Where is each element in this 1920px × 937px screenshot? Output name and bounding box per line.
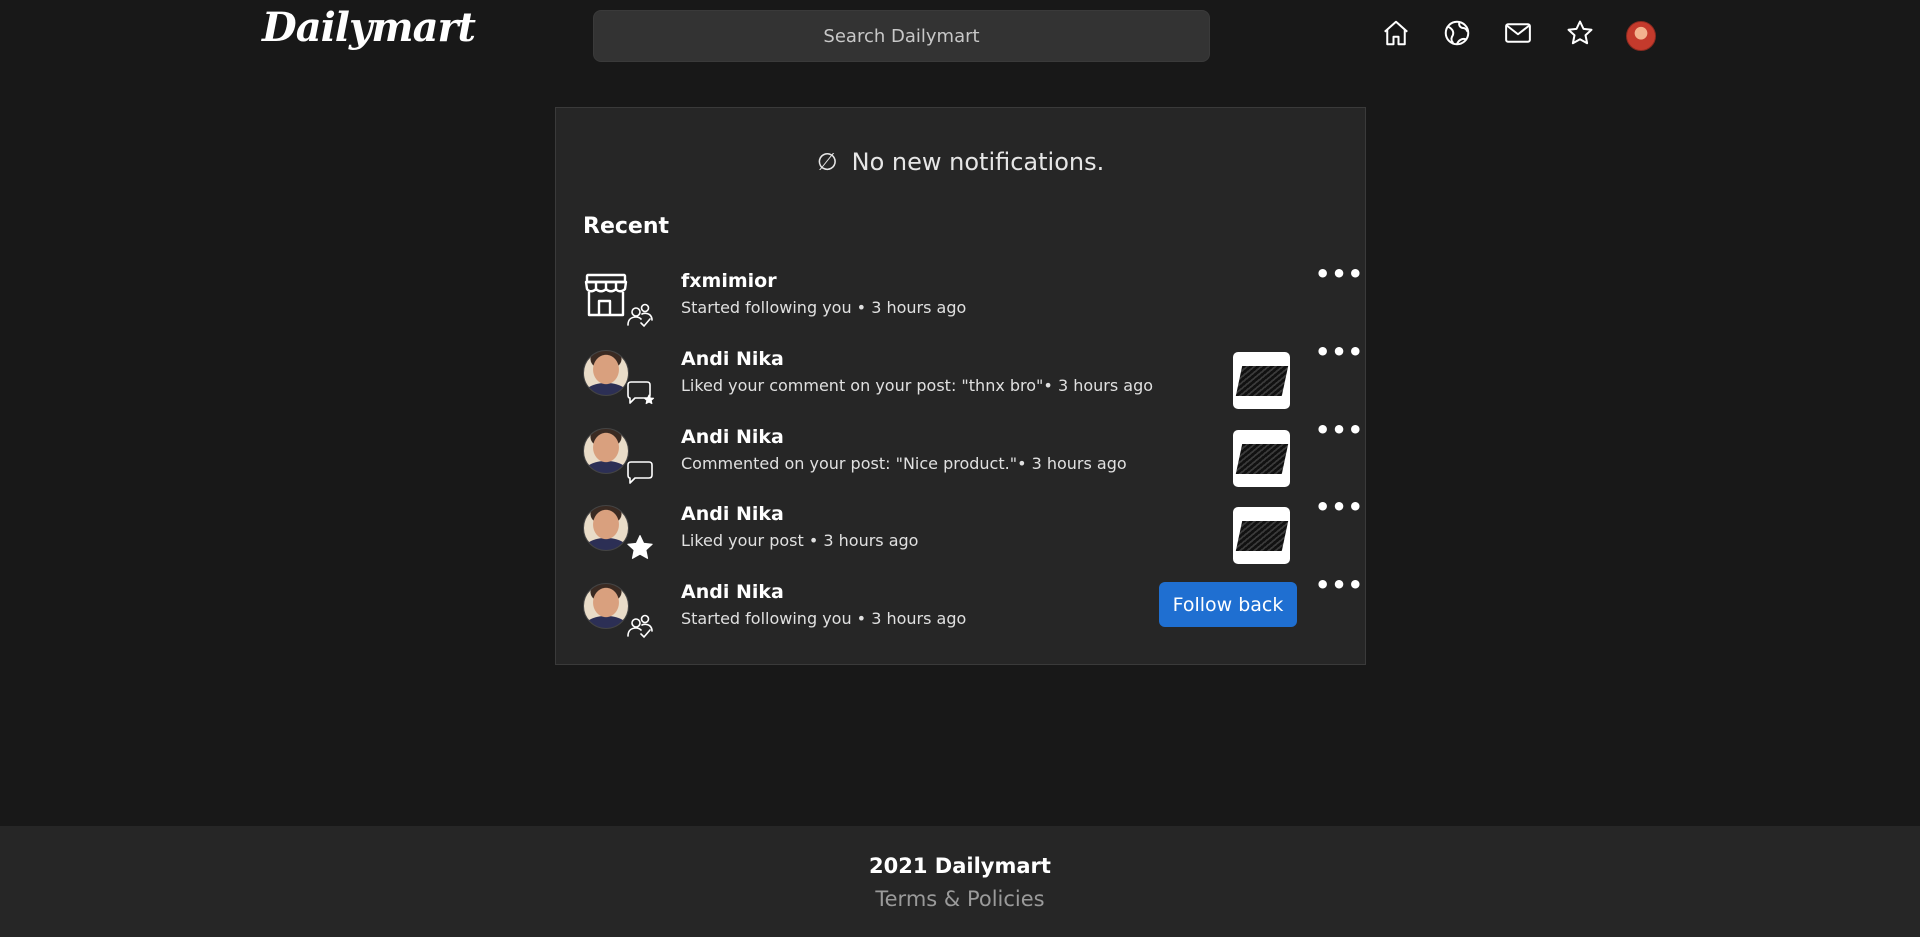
notification-text: Started following you • 3 hours ago — [681, 609, 967, 628]
list-item[interactable]: Andi Nika Liked your post • 3 hours ago … — [556, 495, 1365, 569]
product-thumbnail[interactable] — [1233, 352, 1290, 409]
globe-icon[interactable] — [1442, 18, 1472, 48]
footer-copyright: 2021 Dailymart — [869, 854, 1051, 878]
more-options-button[interactable]: ••• — [1315, 418, 1364, 442]
more-options-button[interactable]: ••• — [1315, 340, 1364, 364]
more-options-button[interactable]: ••• — [1315, 573, 1364, 597]
notification-text: Liked your comment on your post: "thnx b… — [681, 376, 1154, 395]
profile-avatar[interactable] — [1626, 21, 1656, 51]
notification-user-name[interactable]: fxmimior — [681, 270, 777, 292]
terms-link[interactable]: Terms & Policies — [0, 887, 1920, 911]
product-thumbnail[interactable] — [1233, 507, 1290, 564]
list-item[interactable]: Andi Nika Commented on your post: "Nice … — [556, 418, 1365, 492]
empty-state: ∅ No new notifications. — [556, 148, 1365, 176]
notification-user-name[interactable]: Andi Nika — [681, 348, 784, 370]
more-options-button[interactable]: ••• — [1315, 262, 1364, 286]
more-options-button[interactable]: ••• — [1315, 495, 1364, 519]
notification-user-name[interactable]: Andi Nika — [681, 581, 784, 603]
notifications-card: ∅ No new notifications. Recent fxmimior S… — [555, 107, 1366, 665]
user-avatar[interactable] — [583, 428, 629, 474]
user-avatar[interactable] — [583, 505, 629, 551]
star-icon — [625, 533, 655, 563]
top-bar: Dailymart — [0, 0, 1920, 72]
footer: 2021 Dailymart Terms & Policies — [0, 826, 1920, 937]
followers-icon — [625, 300, 655, 330]
empty-state-text: No new notifications. — [851, 148, 1105, 176]
followers-icon — [625, 611, 655, 641]
notification-text: Commented on your post: "Nice product."•… — [681, 454, 1127, 473]
user-avatar[interactable] — [583, 583, 629, 629]
notification-text: Started following you • 3 hours ago — [681, 298, 967, 317]
mail-icon[interactable] — [1503, 18, 1533, 48]
comment-star-icon — [625, 378, 655, 408]
user-avatar[interactable] — [583, 350, 629, 396]
star-icon[interactable] — [1565, 18, 1595, 48]
list-item[interactable]: fxmimior Started following you • 3 hours… — [556, 262, 1365, 336]
follow-back-button[interactable]: Follow back — [1159, 582, 1297, 627]
search-input[interactable] — [593, 10, 1210, 62]
list-item[interactable]: Andi Nika Started following you • 3 hour… — [556, 573, 1365, 647]
empty-set-icon: ∅ — [816, 148, 838, 176]
section-title: Recent — [583, 214, 670, 239]
logo[interactable]: Dailymart — [262, 4, 476, 51]
store-icon — [583, 272, 629, 318]
product-thumbnail[interactable] — [1233, 430, 1290, 487]
notification-user-name[interactable]: Andi Nika — [681, 503, 784, 525]
comment-icon — [625, 456, 655, 486]
notification-user-name[interactable]: Andi Nika — [681, 426, 784, 448]
notification-text: Liked your post • 3 hours ago — [681, 531, 919, 550]
list-item[interactable]: Andi Nika Liked your comment on your pos… — [556, 340, 1365, 414]
home-icon[interactable] — [1381, 18, 1411, 48]
